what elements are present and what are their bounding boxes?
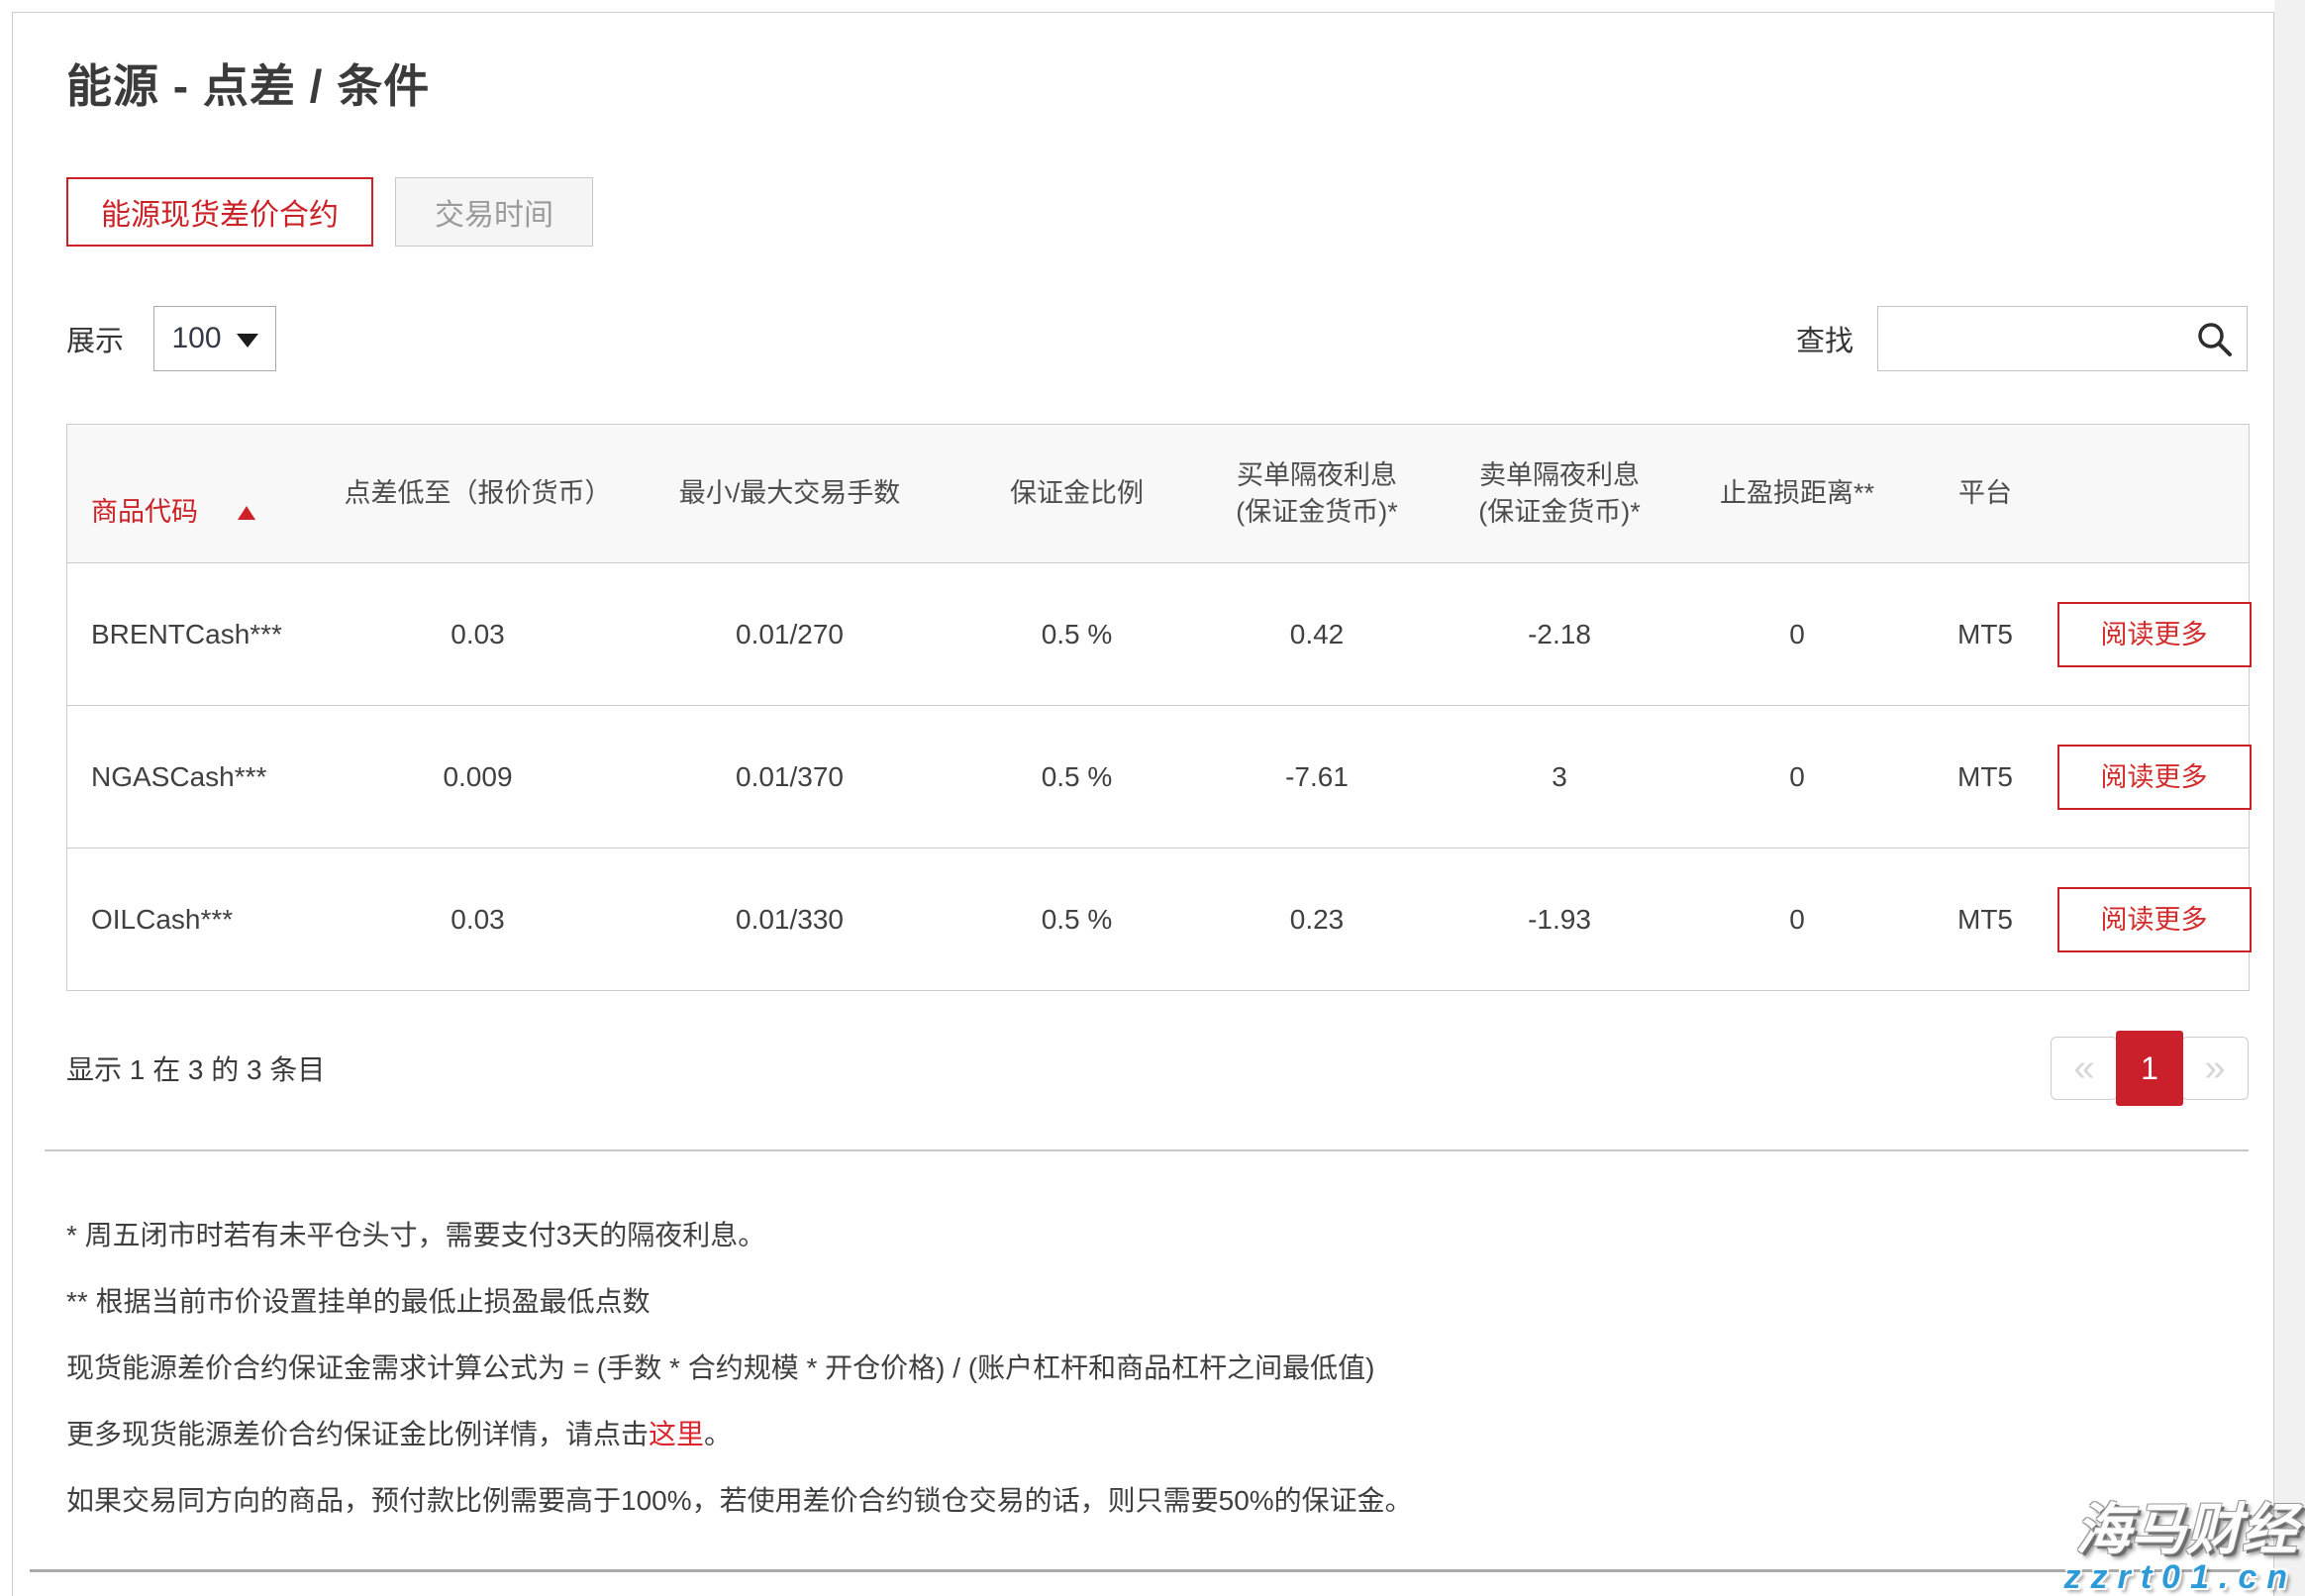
table-row: BRENTCash*** 0.03 0.01/270 0.5 % 0.42 -2… bbox=[67, 563, 2250, 706]
footnotes: * 周五闭市时若有未平仓头寸，需要支付3天的隔夜利息。 ** 根据当前市价设置挂… bbox=[66, 1221, 2248, 1516]
page-title: 能源 - 点差 / 条件 bbox=[66, 50, 2248, 116]
footnote-margin-details-period: 。 bbox=[704, 1419, 732, 1449]
column-header-stop-distance[interactable]: 止盈损距离** bbox=[1681, 425, 1914, 563]
column-header-lots[interactable]: 最小/最大交易手数 bbox=[622, 425, 958, 563]
column-header-sell-swap[interactable]: 卖单隔夜利息 (保证金货币)* bbox=[1439, 425, 1681, 563]
chevron-double-right-icon: » bbox=[2204, 1047, 2225, 1090]
tab-trading-hours-label: 交易时间 bbox=[435, 190, 553, 234]
watermark-site: zzrt01.cn bbox=[2064, 1560, 2298, 1596]
search-group: 查找 bbox=[1796, 306, 2248, 371]
cell-lots: 0.01/370 bbox=[622, 706, 958, 848]
cell-margin: 0.5 % bbox=[958, 706, 1196, 848]
search-icon[interactable] bbox=[2195, 320, 2235, 359]
content-card: 能源 - 点差 / 条件 能源现货差价合约 交易时间 展示 100 bbox=[12, 12, 2274, 1596]
page-canvas: 能源 - 点差 / 条件 能源现货差价合约 交易时间 展示 100 bbox=[0, 0, 2305, 1596]
cell-lots: 0.01/330 bbox=[622, 848, 958, 991]
footnote-margin-formula: 现货能源差价合约保证金需求计算公式为 = (手数 * 合约规模 * 开仓价格) … bbox=[66, 1353, 2248, 1383]
column-header-buy-swap[interactable]: 买单隔夜利息 (保证金货币)* bbox=[1196, 425, 1439, 563]
watermark-brand: 海马财经 bbox=[2064, 1501, 2298, 1559]
entries-summary: 显示 1 在 3 的 3 条目 bbox=[66, 1048, 325, 1088]
read-more-button[interactable]: 阅读更多 bbox=[2057, 602, 2252, 667]
table-row: NGASCash*** 0.009 0.01/370 0.5 % -7.61 3… bbox=[67, 706, 2250, 848]
watermark: 海马财经 zzrt01.cn bbox=[2064, 1501, 2298, 1596]
search-label: 查找 bbox=[1796, 318, 1854, 359]
column-header-spread[interactable]: 点差低至（报价货币） bbox=[335, 425, 622, 563]
cell-buy-swap: 0.23 bbox=[1196, 848, 1439, 991]
tab-bar: 能源现货差价合约 交易时间 bbox=[66, 177, 2248, 247]
cell-platform: MT5 bbox=[1914, 563, 2057, 706]
page-size-label: 展示 bbox=[66, 318, 124, 359]
cell-buy-swap: -7.61 bbox=[1196, 706, 1439, 848]
column-header-margin[interactable]: 保证金比例 bbox=[958, 425, 1196, 563]
bottom-divider bbox=[30, 1569, 2248, 1572]
page-size-value: 100 bbox=[171, 322, 221, 355]
pagination-prev-button[interactable]: « bbox=[2051, 1037, 2118, 1100]
pagination-page-1[interactable]: 1 bbox=[2116, 1031, 2183, 1106]
cell-platform: MT5 bbox=[1914, 848, 2057, 991]
read-more-button[interactable]: 阅读更多 bbox=[2057, 745, 2252, 810]
content-area: 能源 - 点差 / 条件 能源现货差价合约 交易时间 展示 100 bbox=[13, 50, 2273, 1516]
column-header-platform[interactable]: 平台 bbox=[1914, 425, 2057, 563]
cell-spread: 0.03 bbox=[335, 848, 622, 991]
cell-spread: 0.009 bbox=[335, 706, 622, 848]
instruments-table: 商品代码 点差低至（报价货币） 最小/最大交易手数 保证金比例 买单隔夜利息 (… bbox=[66, 424, 2250, 991]
pagination: « 1 » bbox=[2051, 1031, 2249, 1106]
table-header-row: 商品代码 点差低至（报价货币） 最小/最大交易手数 保证金比例 买单隔夜利息 (… bbox=[67, 425, 2250, 563]
footnote-margin-details: 更多现货能源差价合约保证金比例详情，请点击这里。 bbox=[66, 1420, 2248, 1449]
tab-trading-hours[interactable]: 交易时间 bbox=[395, 177, 593, 247]
cell-stop-distance: 0 bbox=[1681, 563, 1914, 706]
search-input[interactable] bbox=[1878, 307, 2247, 370]
tab-energy-spot-cfd[interactable]: 能源现货差价合约 bbox=[66, 177, 373, 247]
footnote-stop-levels: ** 根据当前市价设置挂单的最低止损盈最低点数 bbox=[66, 1287, 2248, 1317]
column-header-actions bbox=[2057, 425, 2250, 563]
page-size-select[interactable]: 100 bbox=[153, 306, 276, 371]
table-footer: 显示 1 在 3 的 3 条目 « 1 » bbox=[66, 1031, 2249, 1106]
read-more-button[interactable]: 阅读更多 bbox=[2057, 887, 2252, 952]
tab-energy-spot-cfd-label: 能源现货差价合约 bbox=[101, 190, 339, 234]
table-row: OILCash*** 0.03 0.01/330 0.5 % 0.23 -1.9… bbox=[67, 848, 2250, 991]
cell-margin: 0.5 % bbox=[958, 563, 1196, 706]
cell-spread: 0.03 bbox=[335, 563, 622, 706]
cell-platform: MT5 bbox=[1914, 706, 2057, 848]
cell-stop-distance: 0 bbox=[1681, 848, 1914, 991]
here-link[interactable]: 这里 bbox=[649, 1419, 704, 1449]
cell-sell-swap: -2.18 bbox=[1439, 563, 1681, 706]
cell-stop-distance: 0 bbox=[1681, 706, 1914, 848]
sort-ascending-icon bbox=[238, 506, 255, 520]
cell-symbol: NGASCash*** bbox=[67, 706, 335, 848]
table-controls: 展示 100 查找 bbox=[66, 306, 2248, 371]
section-divider bbox=[45, 1149, 2249, 1151]
column-header-symbol-label: 商品代码 bbox=[91, 497, 198, 527]
cell-lots: 0.01/270 bbox=[622, 563, 958, 706]
search-box bbox=[1877, 306, 2248, 371]
page-size-group: 展示 100 bbox=[66, 306, 276, 371]
footnote-margin-details-text: 更多现货能源差价合约保证金比例详情，请点击 bbox=[66, 1419, 649, 1449]
cell-symbol: OILCash*** bbox=[67, 848, 335, 991]
cell-buy-swap: 0.42 bbox=[1196, 563, 1439, 706]
cell-symbol: BRENTCash*** bbox=[67, 563, 335, 706]
page-right-gutter bbox=[2274, 0, 2305, 1596]
chevron-double-left-icon: « bbox=[2073, 1047, 2094, 1090]
cell-sell-swap: -1.93 bbox=[1439, 848, 1681, 991]
footnote-swap-3day: * 周五闭市时若有未平仓头寸，需要支付3天的隔夜利息。 bbox=[66, 1221, 2248, 1250]
cell-margin: 0.5 % bbox=[958, 848, 1196, 991]
caret-down-icon bbox=[237, 334, 258, 348]
cell-sell-swap: 3 bbox=[1439, 706, 1681, 848]
pagination-next-button[interactable]: » bbox=[2181, 1037, 2249, 1100]
column-header-symbol[interactable]: 商品代码 bbox=[67, 425, 335, 563]
footnote-hedged-margin: 如果交易同方向的商品，预付款比例需要高于100%，若使用差价合约锁仓交易的话，则… bbox=[66, 1486, 2248, 1516]
